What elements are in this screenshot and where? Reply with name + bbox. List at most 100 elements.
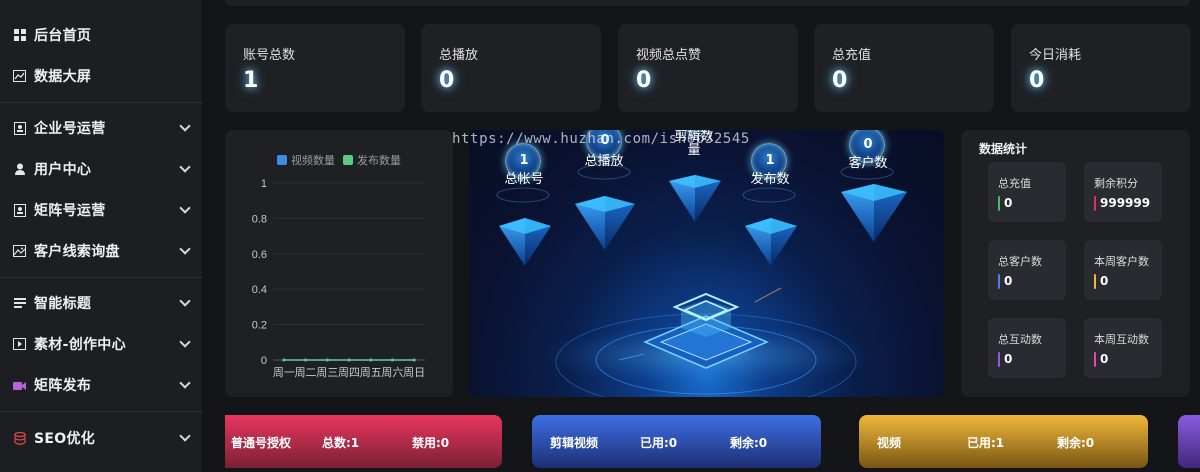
stat-card-accounts: 账号总数 1 [225, 24, 405, 112]
sidebar-item-label: 素材-创作中心 [34, 337, 126, 353]
chevron-down-icon [179, 120, 191, 132]
accent-bar [1094, 274, 1096, 289]
database-icon [13, 431, 26, 445]
banner-used: 已用:0 [640, 436, 678, 450]
sidebar-item-dashboard[interactable]: 数据大屏 [0, 56, 203, 96]
divider [0, 277, 203, 278]
top-panel [225, 0, 1190, 6]
sidebar-item-label: 客户线索询盘 [34, 244, 120, 260]
sidebar-item-leads[interactable]: 客户线索询盘 [0, 231, 203, 271]
banner-title: 视频 [877, 436, 902, 450]
banner-title: 普通号授权 [231, 436, 292, 450]
dashboard-visual: 1 总帐号 0 总播放 0 剪辑数量 1 发布数 0 客户数 [469, 130, 944, 397]
data-point [325, 358, 329, 362]
image-icon [13, 245, 26, 258]
stat-value: 0 [636, 68, 652, 93]
accent-bar [1094, 352, 1096, 367]
tile-value: 0 [1004, 352, 1013, 366]
sidebar-item-label: 后台首页 [34, 28, 92, 44]
bubble-value: 0 [863, 137, 873, 152]
tile-label: 剩余积分 [1094, 177, 1138, 190]
banner-total: 总数:1 [322, 436, 360, 450]
legend-swatch [343, 155, 353, 165]
y-tick-label: 0.6 [252, 249, 267, 261]
sidebar-item-home[interactable]: 后台首页 [0, 15, 203, 55]
stat-card-consumption: 今日消耗 0 [1011, 24, 1191, 112]
x-tick-label: 周二 [295, 366, 317, 379]
bubble-label: 客户数 [848, 156, 888, 171]
legend-swatch [277, 155, 287, 165]
sidebar-item-label: 数据大屏 [34, 69, 92, 85]
stat-label: 账号总数 [243, 48, 296, 63]
chevron-down-icon [179, 161, 191, 173]
pyramid-icon [669, 175, 721, 222]
x-tick-label: 周一 [273, 366, 295, 379]
stat-label: 视频总点赞 [636, 48, 702, 63]
id-card-icon [13, 121, 26, 135]
sidebar-item-publish[interactable]: 矩阵发布 [0, 365, 203, 405]
bubble-label: 总帐号 [504, 172, 544, 187]
sidebar: 后台首页 数据大屏 企业号运营 用户中心 矩阵号运营 客户线索询盘 智能标题 素… [0, 0, 203, 472]
banner-partial [1178, 415, 1200, 468]
grid-icon [13, 29, 26, 42]
stat-label: 今日消耗 [1029, 48, 1082, 63]
pyramid-icon [575, 196, 635, 250]
stat-label: 总播放 [439, 48, 479, 63]
sidebar-item-label: 矩阵发布 [34, 378, 92, 394]
stat-card-recharge: 总充值 0 [814, 24, 994, 112]
pyramid-icon [499, 218, 551, 266]
banner-account-auth: 普通号授权 总数:1 禁用:0 [225, 415, 502, 468]
banner-remaining: 剩余:0 [1057, 436, 1095, 450]
data-point [282, 358, 286, 362]
id-card-icon [13, 203, 26, 217]
stat-card-likes: 视频总点赞 0 [618, 24, 798, 112]
sidebar-item-enterprise[interactable]: 企业号运营 [0, 108, 203, 148]
legend-label: 视频数量 [291, 153, 335, 167]
tile-value: 0 [1004, 274, 1013, 288]
sidebar-item-seo[interactable]: SEO优化 [0, 418, 203, 458]
x-tick-label: 周六 [381, 366, 403, 379]
y-tick-label: 0.8 [252, 213, 267, 225]
stat-card-plays: 总播放 0 [421, 24, 601, 112]
sidebar-item-creation[interactable]: 素材-创作中心 [0, 324, 203, 364]
stat-tile-interactions: 总互动数 0 [988, 318, 1066, 378]
banner-used: 已用:1 [967, 436, 1005, 450]
data-point [412, 358, 416, 362]
divider [0, 411, 203, 412]
panel-title: 数据统计 [979, 142, 1028, 156]
bubble-value: 1 [765, 153, 775, 168]
stat-tile-customers: 总客户数 0 [988, 240, 1066, 300]
x-tick-label: 周四 [338, 366, 360, 379]
data-point [347, 358, 351, 362]
x-tick-label: 周三 [316, 366, 338, 379]
stat-tile-recharge: 总充值 0 [988, 162, 1066, 222]
chevron-down-icon [179, 295, 191, 307]
bubble-label: 总播放 [584, 154, 624, 169]
stat-tile-week-customers: 本周客户数 0 [1084, 240, 1162, 300]
x-tick-label: 周日 [403, 366, 425, 379]
chevron-down-icon [179, 336, 191, 348]
data-point [390, 358, 394, 362]
sidebar-item-label: SEO优化 [34, 431, 96, 447]
sidebar-item-label: 矩阵号运营 [34, 203, 106, 219]
sidebar-item-label: 用户中心 [34, 162, 92, 178]
stat-tile-points: 剩余积分 999999 [1084, 162, 1162, 222]
bubble-value: 1 [519, 153, 529, 168]
y-tick-label: 0 [261, 355, 267, 367]
accent-bar [998, 196, 1000, 211]
data-point [304, 358, 308, 362]
sidebar-item-label: 智能标题 [34, 296, 92, 312]
tile-label: 总充值 [998, 177, 1031, 190]
sidebar-item-titles[interactable]: 智能标题 [0, 283, 203, 323]
banner-video: 视频 已用:1 剩余:0 [859, 415, 1148, 468]
chevron-down-icon [179, 430, 191, 442]
sidebar-item-matrix[interactable]: 矩阵号运营 [0, 190, 203, 230]
tile-label: 本周互动数 [1094, 333, 1149, 346]
sidebar-item-users[interactable]: 用户中心 [0, 149, 203, 189]
divider [0, 102, 203, 103]
play-box-icon [13, 338, 26, 351]
chevron-down-icon [179, 377, 191, 389]
y-tick-label: 0.4 [252, 284, 267, 296]
stat-value: 0 [1029, 68, 1045, 93]
accent-bar [998, 274, 1000, 289]
